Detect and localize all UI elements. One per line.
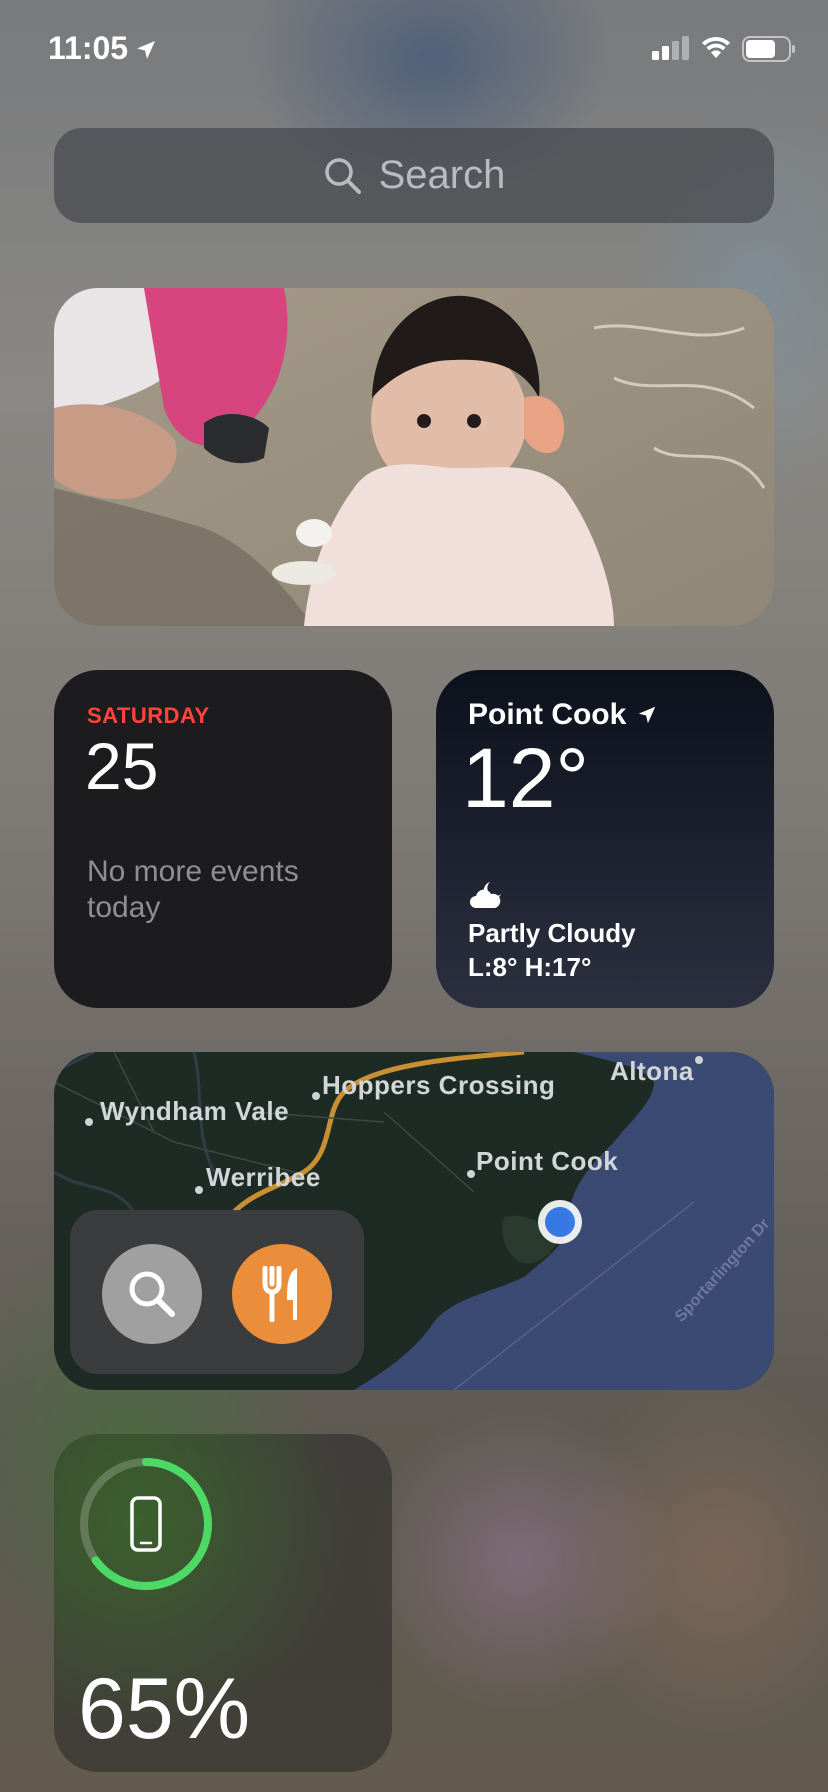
maps-shortcuts-panel: [70, 1210, 364, 1374]
maps-search-button[interactable]: [102, 1244, 202, 1344]
weather-city: Point Cook: [468, 698, 627, 731]
search-icon: [324, 157, 361, 194]
magnifier-icon: [129, 1271, 175, 1317]
weather-condition: Partly Cloudy: [468, 918, 636, 948]
location-arrow-icon: [639, 706, 656, 724]
status-time: 11:05: [48, 30, 129, 66]
calendar-events-note: No more events today: [87, 855, 299, 924]
calendar-widget[interactable]: SATURDAY 25 No more events today: [54, 670, 392, 1008]
photo-image: [54, 288, 774, 626]
maps-food-button[interactable]: [232, 1244, 332, 1344]
map-label-point-cook: Point Cook: [476, 1146, 619, 1176]
iphone-icon: [130, 1496, 162, 1552]
map-label-altona: Altona: [610, 1056, 694, 1086]
map-label-wyndham-vale: Wyndham Vale: [100, 1096, 290, 1126]
weather-temperature: 12°: [462, 731, 590, 825]
cellular-signal-icon: [652, 36, 689, 60]
current-location-dot: [538, 1200, 582, 1244]
calendar-weekday: SATURDAY: [87, 703, 210, 728]
map-label-werribee: Werribee: [206, 1162, 321, 1192]
wifi-icon: [702, 36, 730, 58]
weather-widget[interactable]: Point Cook 12° Partly Cloudy L:8° H:17°: [436, 670, 774, 1008]
fork-knife-icon: [262, 1266, 297, 1322]
search-bar[interactable]: Search: [54, 128, 774, 223]
status-bar: 11:05: [0, 0, 828, 100]
battery-ring: [80, 1458, 212, 1590]
map-label-hoppers-crossing: Hoppers Crossing: [322, 1070, 556, 1100]
location-arrow-icon: [137, 41, 155, 59]
battery-percentage: 65%: [78, 1661, 251, 1757]
weather-location: Point Cook: [468, 698, 658, 732]
battery-icon: [742, 36, 795, 62]
maps-widget[interactable]: Wyndham Vale Hoppers Crossing Altona Wer…: [54, 1052, 774, 1390]
calendar-date: 25: [85, 729, 159, 803]
weather-high-low: L:8° H:17°: [468, 952, 592, 982]
search-placeholder: Search: [378, 153, 506, 197]
batteries-widget[interactable]: 65%: [54, 1434, 392, 1772]
partly-cloudy-night-icon: [470, 882, 501, 908]
photos-widget[interactable]: [54, 288, 774, 626]
